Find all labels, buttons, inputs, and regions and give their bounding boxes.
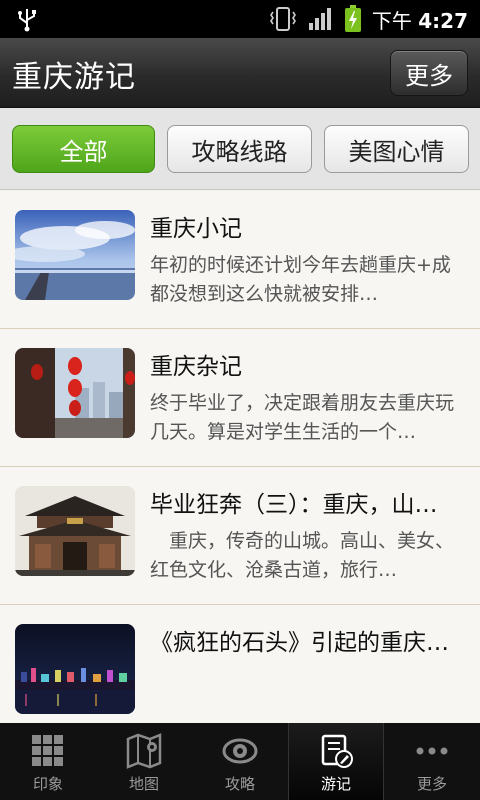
item-summary: 重庆，传奇的山城。高山、美女、红色文化、沧桑古道，旅行…: [150, 530, 455, 581]
item-summary: 终于毕业了，决定跟着朋友去重庆玩几天。算是对学生生活的一个…: [150, 392, 455, 443]
nav-label: 游记: [320, 775, 351, 793]
eye-icon: [222, 738, 258, 764]
battery-charging-icon: [344, 5, 361, 32]
notebook-icon: [321, 734, 353, 768]
grid-icon: [32, 735, 63, 766]
list-item[interactable]: 毕业狂奔（三）：重庆，山… 重庆，传奇的山城。高山、美女、红色文化、沧桑古道，旅…: [0, 467, 480, 605]
nav-item-travel-notes[interactable]: 游记: [288, 723, 384, 800]
status-bar: 下午 4:27: [0, 0, 480, 38]
signal-icon: [308, 8, 331, 30]
filter-photos-button[interactable]: 美图心情: [324, 125, 469, 173]
filter-all-button[interactable]: 全部: [12, 125, 155, 173]
item-title: 毕业狂奔（三）：重庆，山…: [150, 492, 438, 518]
more-button[interactable]: 更多: [390, 50, 468, 96]
item-summary: 年初的时候还计划今年去趟重庆+成都没想到这么快就被安排…: [150, 254, 451, 305]
nav-item-map[interactable]: 地图: [96, 723, 192, 800]
usb-icon: [18, 9, 36, 32]
nav-label: 更多: [416, 775, 447, 793]
ancient-gate-photo: [15, 486, 135, 576]
bottom-nav: 印象 地图 攻略 游记 更多: [0, 723, 480, 800]
clock-time: 4:27: [418, 8, 468, 33]
red-lanterns-photo: [15, 348, 135, 438]
list-item[interactable]: 重庆小记 年初的时候还计划今年去趟重庆+成都没想到这么快就被安排…: [0, 191, 480, 329]
item-title: 《疯狂的石头》引起的重庆…: [150, 630, 449, 656]
map-icon: [126, 733, 162, 769]
title-bar: 重庆游记 更多: [0, 38, 480, 108]
night-city-photo: [15, 624, 135, 714]
filter-guides-button[interactable]: 攻略线路: [167, 125, 312, 173]
sky-pier-photo: [15, 210, 135, 300]
item-title: 重庆小记: [150, 216, 242, 242]
nav-label: 地图: [128, 775, 159, 793]
travel-notes-list: 重庆小记 年初的时候还计划今年去趟重庆+成都没想到这么快就被安排… 重庆杂记 终…: [0, 191, 480, 723]
nav-item-more[interactable]: 更多: [384, 723, 480, 800]
clock: 下午 4:27: [372, 5, 468, 34]
nav-label: 攻略: [224, 775, 255, 793]
item-title: 重庆杂记: [150, 354, 242, 380]
clock-period: 下午: [371, 8, 412, 33]
list-item[interactable]: 《疯狂的石头》引起的重庆…: [0, 605, 480, 723]
list-item[interactable]: 重庆杂记 终于毕业了，决定跟着朋友去重庆玩几天。算是对学生生活的一个…: [0, 329, 480, 467]
nav-item-guides[interactable]: 攻略: [192, 723, 288, 800]
nav-label: 印象: [32, 775, 63, 793]
vibrate-icon: [269, 7, 296, 31]
filter-bar: 全部 攻略线路 美图心情: [0, 108, 480, 190]
page-title: 重庆游记: [12, 60, 136, 95]
more-dots-icon: [416, 747, 448, 755]
nav-item-impressions[interactable]: 印象: [0, 723, 96, 800]
